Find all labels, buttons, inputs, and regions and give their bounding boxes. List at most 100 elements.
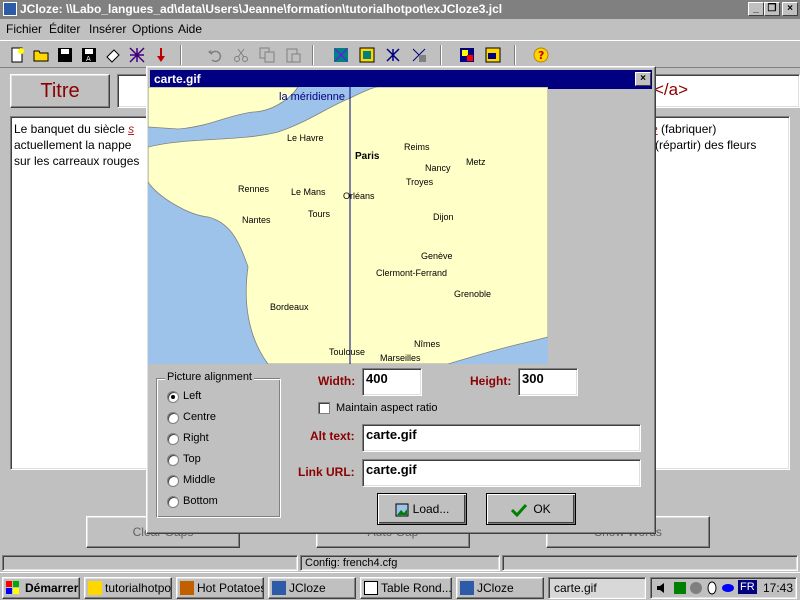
language-indicator[interactable]: FR [738,580,757,594]
city-marseilles: Marseilles [380,353,421,363]
city-toulouse: Toulouse [329,347,366,357]
image-icon [395,503,409,517]
maintain-aspect-checkbox[interactable] [318,402,330,414]
title-text-fragment: </a> [654,80,689,99]
checkmark-icon [511,503,528,518]
system-tray: FR 17:43 [650,577,797,599]
image-icon[interactable] [482,44,504,66]
close-button[interactable]: × [782,2,798,16]
network-icon[interactable] [673,581,687,598]
task-hot-potatoes[interactable]: Hot Potatoes [176,577,264,599]
clear-icon[interactable] [102,44,124,66]
jcloze-icon [272,581,286,595]
menu-options[interactable]: Options [132,22,173,36]
upload-icon[interactable] [408,44,430,66]
document-icon [364,581,378,595]
dialog-close-button[interactable]: × [635,72,651,86]
city-dijon: Dijon [433,212,454,222]
menu-editer[interactable]: Éditer [49,22,80,36]
main-window-title: JCloze: \\Labo_langues_ad\data\Users\Jea… [20,2,503,16]
link-url-input[interactable]: carte.gif [362,459,641,487]
city-geneve: Genève [421,251,453,261]
configure-icon[interactable] [456,44,478,66]
load-button[interactable]: Load... [377,493,467,525]
text-line-3-start: sur les carreaux rouges [14,154,140,168]
city-rennes: Rennes [238,184,270,194]
create-web-page-3-icon[interactable] [382,44,404,66]
clock[interactable]: 17:43 [763,581,793,595]
image-properties-dialog: carte.gif × la méridienne Le Havre Paris… [146,66,656,534]
eye-icon[interactable] [721,581,735,598]
link-url-label: Link URL: [298,465,355,479]
maintain-aspect-label: Maintain aspect ratio [336,402,438,414]
ok-button[interactable]: OK [486,493,576,525]
city-grenoble: Grenoble [454,289,492,299]
picture-alignment-group: Picture alignment Left Centre Right Top … [156,371,281,518]
copy-icon[interactable] [256,44,278,66]
city-metz: Metz [466,157,486,167]
config-status: Config: french4.cfg [300,555,500,571]
globe-icon[interactable] [689,581,703,598]
alt-text-input[interactable]: carte.gif [362,424,641,452]
task-carte-gif[interactable]: carte.gif [548,577,646,599]
city-le-mans: Le Mans [291,187,326,197]
height-label: Height: [470,374,512,388]
city-le-havre: Le Havre [287,133,324,143]
web-icon[interactable] [126,44,148,66]
city-tours: Tours [308,209,331,219]
city-nancy: Nancy [425,163,451,173]
mouse-icon[interactable] [705,581,719,598]
task-jcloze-1[interactable]: JCloze [268,577,356,599]
task-tutorialhotpot[interactable]: tutorialhotpot [84,577,172,599]
task-table-ronde[interactable]: Table Rond... [360,577,452,599]
folder-icon [88,581,102,595]
windows-logo-icon [6,581,20,595]
city-nimes: Nîmes [414,339,441,349]
toolbar: A ? [0,40,800,68]
new-icon[interactable] [6,44,28,66]
hot-potatoes-icon [180,581,194,595]
undo-icon[interactable] [204,44,226,66]
city-troyes: Troyes [406,177,434,187]
city-paris: Paris [355,151,380,162]
title-label: Titre [10,74,110,108]
minimize-button[interactable]: _ [748,2,764,16]
menu-inserer[interactable]: Insérer [89,22,126,36]
picture-alignment-legend: Picture alignment [165,371,254,383]
menu-bar: Fichier Éditer Insérer Options Aide [0,19,800,39]
create-web-page-icon[interactable] [330,44,352,66]
jcloze-icon [460,581,474,595]
height-input[interactable]: 300 [518,368,578,396]
speaker-icon[interactable] [655,581,669,598]
open-icon[interactable] [30,44,52,66]
text-line-1-end: (fabriquer) [661,122,717,136]
city-bordeaux: Bordeaux [270,302,309,312]
menu-fichier[interactable]: Fichier [6,22,42,36]
status-bar: Config: french4.cfg [0,554,800,572]
restore-button[interactable]: ❐ [764,2,780,16]
main-title-bar: JCloze: \\Labo_langues_ad\data\Users\Jea… [0,0,800,19]
svg-text:?: ? [538,49,544,62]
city-nantes: Nantes [242,215,271,225]
task-jcloze-2[interactable]: JCloze [456,577,544,599]
text-line-2-end: (répartir) des fleurs [655,138,757,152]
svg-text:A: A [86,55,91,63]
down-arrow-icon[interactable] [150,44,172,66]
help-icon[interactable]: ? [530,44,552,66]
text-line-2-start: actuellement la nappe [14,138,132,152]
width-input[interactable]: 400 [362,368,422,396]
jcloze-app-icon[interactable] [3,2,17,16]
text-line-1-start: Le banquet du siècle [14,122,125,136]
alt-text-label: Alt text: [310,429,355,443]
paste-icon[interactable] [282,44,304,66]
menu-aide[interactable]: Aide [178,22,202,36]
save-as-icon[interactable]: A [78,44,100,66]
create-web-page-2-icon[interactable] [356,44,378,66]
start-button[interactable]: Démarrer [2,577,80,599]
width-label: Width: [318,374,356,388]
cut-icon[interactable] [230,44,252,66]
text-gap: s [128,122,135,136]
taskbar: Démarrer tutorialhotpot Hot Potatoes JCl… [0,572,800,600]
save-icon[interactable] [54,44,76,66]
meridian-label: la méridienne [279,91,346,103]
